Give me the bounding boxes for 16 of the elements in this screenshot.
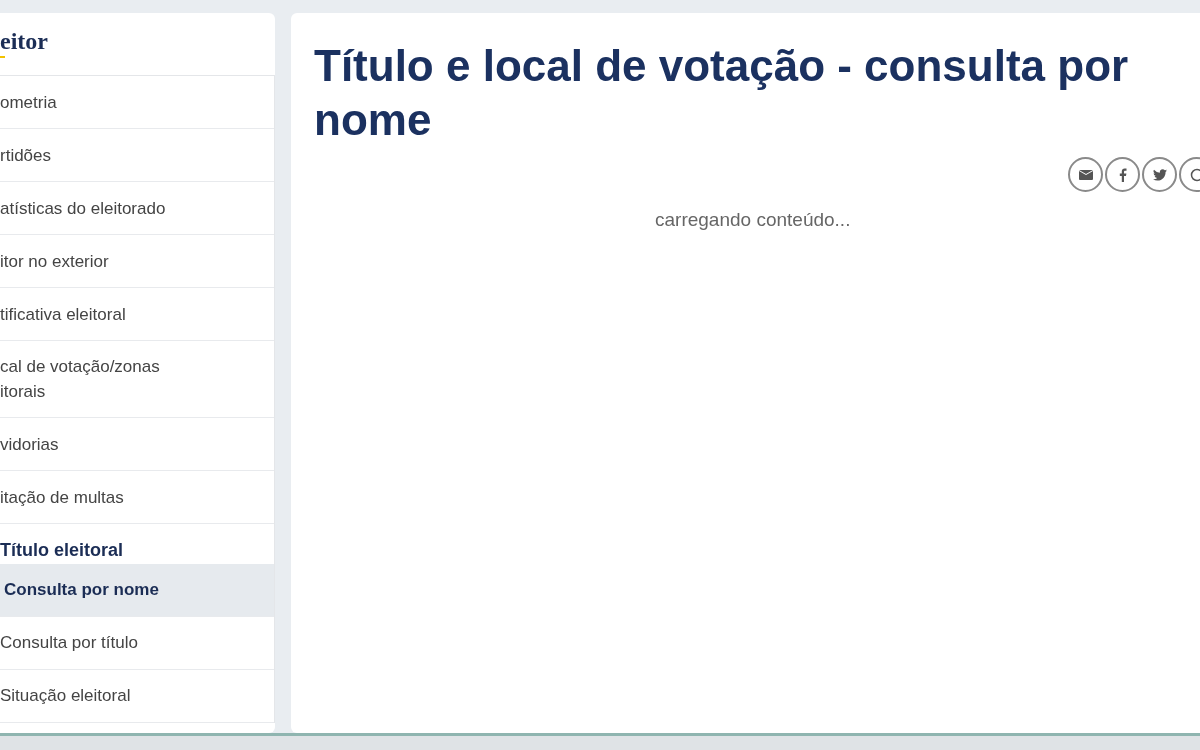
sidebar-subitem[interactable]: Consulta por nome [0, 564, 274, 617]
sidebar-item[interactable]: itação de multas [0, 471, 274, 524]
sidebar-item[interactable]: vidorias [0, 418, 274, 471]
sidebar-item[interactable]: tificativa eleitoral [0, 288, 274, 341]
section-heading: Título eleitoral [0, 539, 123, 562]
sidebar-item[interactable]: cal de votação/zonas itorais [0, 341, 274, 418]
sidebar-item[interactable]: itor no exterior [0, 235, 274, 288]
sidebar-item[interactable]: ometria [0, 76, 274, 129]
page-title: Título e local de votação - consulta por nome [314, 40, 1130, 146]
facebook-icon[interactable] [1105, 157, 1140, 192]
email-icon[interactable] [1068, 157, 1103, 192]
sidebar-title: eitor [0, 29, 48, 53]
sidebar-item[interactable]: atísticas do eleitorado [0, 182, 274, 235]
loading-message: carregando conteúdo... [655, 208, 851, 232]
sidebar-item[interactable]: rtidões [0, 129, 274, 182]
twitter-icon[interactable] [1142, 157, 1177, 192]
